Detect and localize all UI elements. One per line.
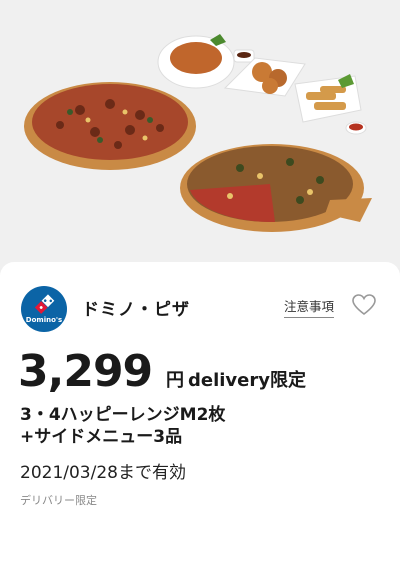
yen-label: 円 [166,370,184,391]
coupon-description: 3・4ハッピーレンジM2枚 +サイドメニュー3品 [20,404,225,448]
price-value: 3,299 [18,346,153,397]
pizza-photo [24,34,372,232]
coupon-card[interactable]: Domino's ドミノ・ピザ 注意事項 3,299 円 delivery限定 … [0,262,400,562]
delivery-label: delivery限定 [188,370,306,391]
notice-button[interactable]: 注意事項 [284,296,335,318]
brand-name: ドミノ・ピザ [82,300,190,320]
desc-line-1: 3・4ハッピーレンジM2枚 [20,405,226,425]
dominos-logo: Domino's [21,286,67,332]
restriction-note: デリバリー限定 [20,494,97,507]
heart-icon[interactable] [352,294,376,316]
expiry-date: 2021/03/28まで有効 [20,463,186,483]
logo-text: Domino's [26,316,62,324]
hero-image [0,0,400,268]
desc-line-2: +サイドメニュー3品 [20,427,183,447]
